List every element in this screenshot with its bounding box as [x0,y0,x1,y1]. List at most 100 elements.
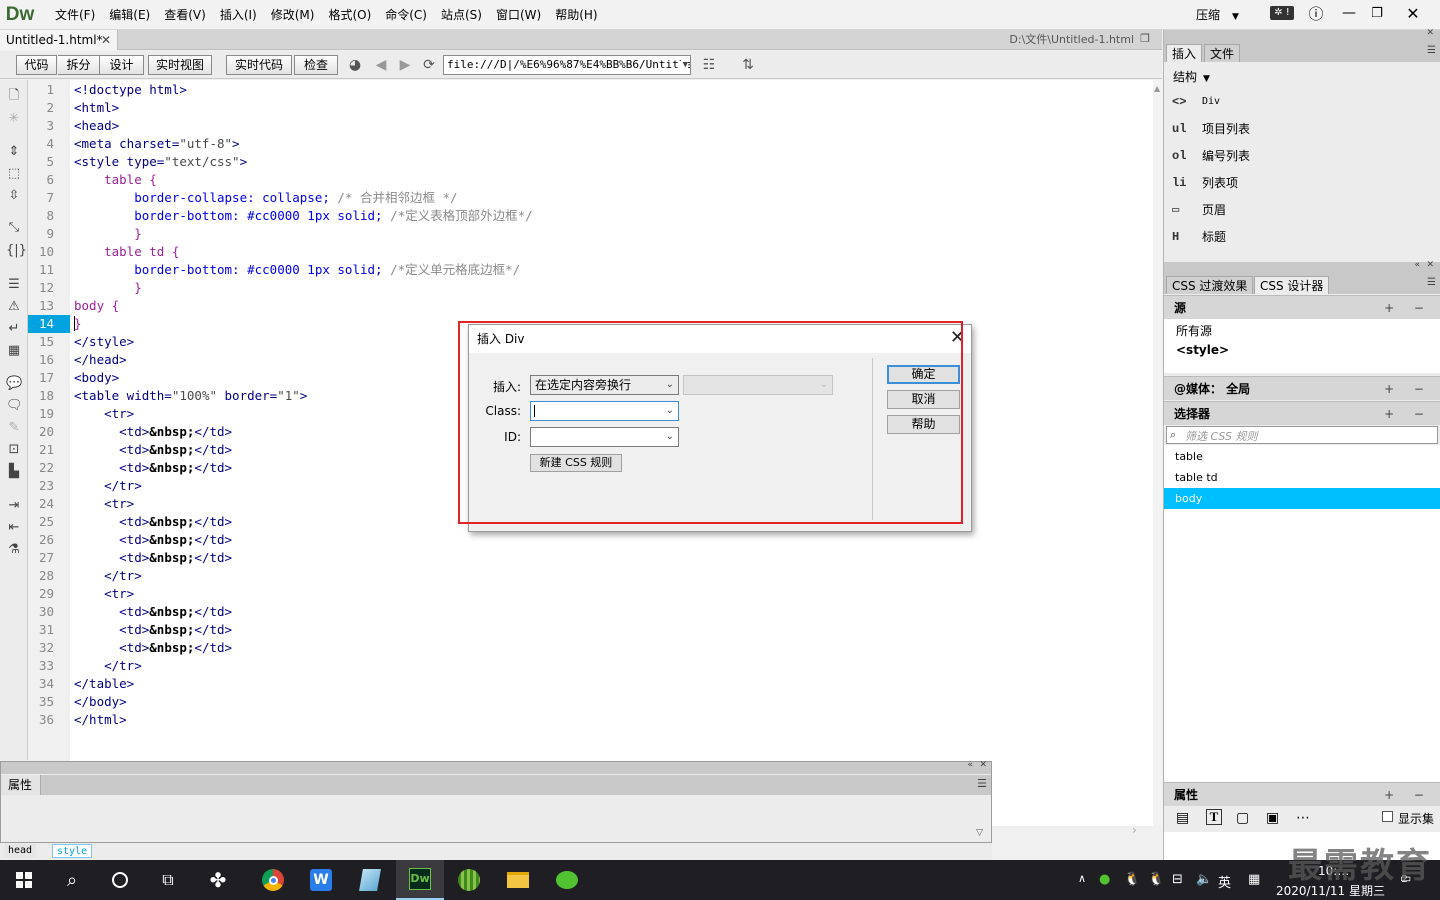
menu-help[interactable]: 帮助(H) [548,0,604,30]
search-icon[interactable]: ⌕ [48,860,96,900]
insert-item-ul[interactable]: ul 项目列表 [1164,115,1440,142]
selector-item[interactable]: table [1164,446,1440,467]
class-input[interactable]: ⌄ [530,401,679,421]
menu-view[interactable]: 查看(V) [157,0,213,30]
cancel-button[interactable]: 取消 [887,390,960,409]
tab-css-transitions[interactable]: CSS 过渡效果 [1166,276,1254,294]
word-wrap-icon[interactable]: ↵ [6,321,22,337]
wechat-tray-icon[interactable]: ● [1099,872,1110,887]
tab-files[interactable]: 文件 [1204,44,1241,62]
add-remove-icons[interactable]: + − [1384,402,1432,426]
windows-start-icon[interactable] [0,860,48,900]
wps-writer-icon[interactable]: W [297,860,345,900]
insert-item-li[interactable]: li 列表项 [1164,169,1440,196]
sort-icon[interactable]: ⇅ [738,56,758,74]
show-code-navigator-icon[interactable]: ✳ [6,111,22,127]
balance-braces-icon[interactable]: {|} [6,243,27,259]
tray-expand-icon[interactable]: ∧ [1078,872,1086,885]
watermelon-app-icon[interactable] [445,860,493,900]
dreamweaver-taskbar-icon[interactable]: Dw [396,860,444,900]
help-button[interactable]: 帮助 [887,415,960,434]
info-icon[interactable]: ⓘ [1304,0,1328,26]
selector-item[interactable]: table td [1164,467,1440,488]
close-panel-icon[interactable]: ✕ [979,760,987,770]
sync-settings-icon[interactable]: ✲ ! [1268,0,1296,26]
chevron-down-icon[interactable]: ▼ [680,56,688,74]
panel-menu-icon[interactable]: ☰ [1427,45,1436,56]
close-button[interactable]: ✕ [1392,0,1434,26]
insert-item-header[interactable]: ▭ 页眉 [1164,196,1440,223]
network-icon[interactable]: ⊟ [1172,872,1183,887]
layout-icon[interactable]: ▤ [1176,810,1189,826]
border-icon[interactable]: ▢ [1236,810,1249,826]
tab-insert[interactable]: 插入 [1166,44,1203,62]
selector-filter-input[interactable]: ⌕ 筛选 CSS 规则 [1166,426,1438,444]
vertical-scrollbar[interactable]: ▲ [1153,80,1162,826]
scroll-up-icon[interactable]: ▲ [1154,84,1160,93]
remove-comment-icon[interactable]: 🗨 [6,398,23,414]
ok-button[interactable]: 确定 [887,365,960,384]
text-icon[interactable]: T [1206,809,1222,825]
insert-item-ol[interactable]: ol 编号列表 [1164,142,1440,169]
move-css-icon[interactable]: ▙ [6,464,22,480]
open-documents-icon[interactable]: 🗋 [6,88,22,104]
menu-insert[interactable]: 插入(I) [213,0,264,30]
refresh-icon[interactable]: ⟳ [420,56,438,74]
expand-all-icon[interactable]: ⇳ [6,188,22,204]
split-view-button[interactable]: 拆分 [58,55,100,75]
forward-arrow-icon[interactable]: ▶ [396,56,414,74]
workspace-switcher[interactable]: 压缩 ▼ [1196,0,1239,30]
insert-category-dropdown[interactable]: 结构 ▼ [1173,68,1210,85]
format-source-icon[interactable]: ⚗ [6,542,22,558]
menu-modify[interactable]: 修改(M) [264,0,322,30]
line-numbers-icon[interactable]: ☰ [6,277,22,293]
collapse-panel-icon[interactable]: « [967,760,973,770]
tag-chip-head[interactable]: head [4,844,37,858]
globe-icon[interactable]: ◕ [346,56,364,74]
pinwheel-app-icon[interactable]: ✤ [194,860,242,900]
menu-format[interactable]: 格式(O) [321,0,378,30]
menu-edit[interactable]: 编辑(E) [102,0,157,30]
collapse-tag-icon[interactable]: ⇕ [6,144,22,160]
tab-css-designer[interactable]: CSS 设计器 [1254,276,1330,294]
insert-item-div[interactable]: <> Div [1164,88,1440,115]
add-remove-icons[interactable]: + − [1384,296,1432,320]
menu-site[interactable]: 站点(S) [434,0,489,30]
expand-properties-icon[interactable]: ▽ [976,828,983,838]
properties-tab[interactable]: 属性 [1,775,41,795]
selector-item-selected[interactable]: body [1164,488,1440,509]
collapse-panel-icon[interactable]: « [1414,260,1420,270]
insert-position-select[interactable]: 在选定内容旁换行 ⌄ [530,375,679,395]
minimize-button[interactable]: — [1334,0,1364,26]
add-remove-icons[interactable]: + − [1384,377,1432,401]
back-arrow-icon[interactable]: ◀ [372,56,390,74]
code-view-button[interactable]: 代码 [16,55,57,75]
address-bar[interactable]: file:///D|/%E6%96%87%E4%BB%B6/Untitled ▼ [443,55,691,75]
panel-menu-icon[interactable]: ☰ [977,777,987,790]
wechat-icon[interactable] [543,860,591,900]
more-icon[interactable]: ⋯ [1296,810,1310,826]
volume-icon[interactable]: 🔈 [1196,872,1212,887]
insert-item-heading[interactable]: H 标题 [1164,223,1440,250]
close-panel-icon[interactable]: ✕ [1426,260,1434,270]
qq-tray-icon[interactable]: 🐧 [1124,872,1140,887]
id-input[interactable]: ⌄ [530,427,679,447]
highlight-invalid-code-icon[interactable]: ⚠ [6,299,22,315]
restore-doc-icon[interactable]: ❐ [1140,32,1150,45]
new-css-rule-button[interactable]: 新建 CSS 规则 [530,454,622,472]
select-parent-tag-icon[interactable]: ⤡ [6,220,22,236]
syntax-error-icon[interactable]: ▦ [6,343,22,359]
insert-target-select[interactable]: ⌄ [683,375,833,395]
menu-commands[interactable]: 命令(C) [378,0,434,30]
inspect-button[interactable]: 检查 [294,55,338,75]
menu-file[interactable]: 文件(F) [48,0,102,30]
add-remove-icons[interactable]: + − [1384,783,1432,807]
background-icon[interactable]: ▣ [1266,810,1279,826]
design-view-button[interactable]: 设计 [100,55,144,75]
source-style[interactable]: <style> [1176,343,1229,357]
task-view-icon[interactable]: ⧉ [144,860,192,900]
close-tab-icon[interactable]: ✕ [101,30,111,50]
page-options-icon[interactable]: ☷ [698,56,720,74]
restore-button[interactable]: ❐ [1364,0,1390,26]
tag-chip-style[interactable]: style [52,844,93,858]
